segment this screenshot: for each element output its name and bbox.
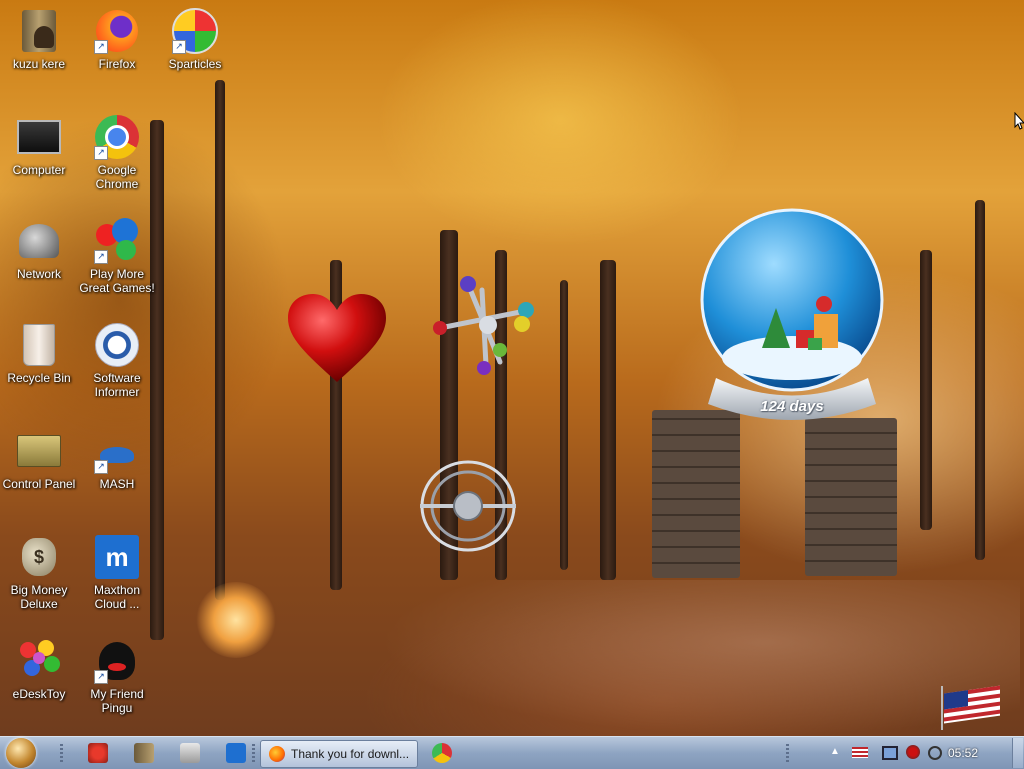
control-panel-icon — [16, 428, 62, 474]
desktop-icon-firefox[interactable]: ↗ Firefox — [78, 8, 156, 71]
desktop-icon-label: My Friend Pingu — [90, 687, 144, 715]
tray-language-flag-icon[interactable] — [852, 747, 868, 758]
show-desktop-button[interactable] — [1012, 738, 1023, 768]
desktop-icon-label: eDeskToy — [12, 687, 66, 701]
desktop-icon-maxthon-cloud[interactable]: m Maxthon Cloud ... — [78, 534, 156, 611]
network-icon — [16, 218, 62, 264]
taskbar-window-title: Thank you for downl... — [291, 747, 410, 761]
desktop-icon-label: Control Panel — [2, 477, 76, 491]
desktop-icon-label: Sparticles — [168, 57, 222, 71]
computer-icon — [16, 114, 62, 160]
desktop-icon-label: Software Informer — [93, 371, 141, 399]
desktop-icon-computer[interactable]: Computer — [0, 114, 78, 177]
desktop-icon-label: MASH — [99, 477, 135, 491]
desktop-icon-label: Play More Great Games! — [79, 267, 155, 295]
pingu-icon: ↗ — [94, 638, 140, 684]
mouse-cursor-icon — [1014, 112, 1024, 130]
desktop-icon-google-chrome[interactable]: ↗ Google Chrome — [78, 114, 156, 191]
desktop-icon-label: Big Money Deluxe — [10, 583, 68, 611]
desktop-icon-label: Firefox — [98, 57, 136, 71]
shortcut-arrow-icon: ↗ — [94, 40, 108, 54]
firefox-icon: ↗ — [94, 8, 140, 54]
desktop-icon-label: Recycle Bin — [7, 371, 71, 385]
desktop-icon-mash[interactable]: ↗ MASH — [78, 428, 156, 491]
tray-expand-arrow-icon[interactable]: ▲ — [830, 746, 840, 757]
desktop-icon-big-money-deluxe[interactable]: $ Big Money Deluxe — [0, 534, 78, 611]
edesktoy-icon — [16, 638, 62, 684]
desktop-icon-sparticles[interactable]: ↗ Sparticles — [156, 8, 234, 71]
gyroscope-toy[interactable] — [418, 458, 518, 554]
molecule-toy[interactable] — [430, 270, 540, 380]
desktop-icon-label: Maxthon Cloud ... — [93, 583, 141, 611]
shortcut-arrow-icon: ↗ — [94, 250, 108, 264]
user-folder-icon — [16, 8, 62, 54]
quicklaunch-maxthon-icon[interactable] — [226, 743, 246, 763]
toolbar-grip[interactable] — [252, 744, 255, 762]
toolbar-grip[interactable] — [60, 744, 63, 762]
desktop-icon-label: kuzu kere — [12, 57, 66, 71]
shortcut-arrow-icon: ↗ — [172, 40, 186, 54]
taskbar-chrome-icon[interactable] — [432, 743, 452, 763]
sparticles-icon: ↗ — [172, 8, 218, 54]
desktop-icon-edesktoy[interactable]: eDeskToy — [0, 638, 78, 701]
taskbar: Thank you for downl... ▲ 05:52 — [0, 736, 1024, 769]
us-flag-icon[interactable] — [940, 684, 1002, 730]
stone-pillar-left — [652, 410, 740, 578]
system-clock[interactable]: 05:52 — [948, 746, 978, 760]
heart-toy[interactable] — [286, 292, 388, 384]
desktop-icon-label: Network — [16, 267, 61, 281]
taskbar-window-button[interactable]: Thank you for downl... — [260, 740, 418, 768]
quicklaunch-firefox-icon[interactable] — [88, 743, 108, 763]
mash-icon: ↗ — [94, 428, 140, 474]
maxthon-icon: m — [94, 534, 140, 580]
desktop-icon-label: Google Chrome — [95, 163, 139, 191]
desktop-icon-kuzu-kere[interactable]: kuzu kere — [0, 8, 78, 71]
countdown-label: 124 days — [760, 398, 824, 415]
shortcut-arrow-icon: ↗ — [94, 146, 108, 160]
stone-pillar-right — [805, 418, 897, 576]
shortcut-arrow-icon: ↗ — [94, 460, 108, 474]
tray-volume-icon[interactable] — [928, 746, 942, 760]
quicklaunch-user-icon[interactable] — [134, 743, 154, 763]
tray-grip[interactable] — [786, 744, 789, 762]
firework-burst — [196, 582, 276, 658]
firefox-icon — [269, 746, 285, 762]
money-bag-icon: $ — [16, 534, 62, 580]
snow-globe-widget[interactable]: 124 days — [696, 208, 888, 430]
software-informer-icon — [94, 322, 140, 368]
quicklaunch-media-icon[interactable] — [180, 743, 200, 763]
desktop-icon-play-more-great-games[interactable]: ↗ Play More Great Games! — [78, 218, 156, 295]
desktop-icon-label: Computer — [12, 163, 66, 177]
recycle-bin-icon — [16, 322, 62, 368]
shortcut-arrow-icon: ↗ — [94, 670, 108, 684]
desktop-icon-recycle-bin[interactable]: Recycle Bin — [0, 322, 78, 385]
desktop-icon-control-panel[interactable]: Control Panel — [0, 428, 78, 491]
games-icon: ↗ — [94, 218, 140, 264]
start-button[interactable] — [6, 738, 36, 768]
chrome-icon: ↗ — [94, 114, 140, 160]
desktop-icon-software-informer[interactable]: Software Informer — [78, 322, 156, 399]
desktop-icon-my-friend-pingu[interactable]: ↗ My Friend Pingu — [78, 638, 156, 715]
desktop-icon-network[interactable]: Network — [0, 218, 78, 281]
snow-globe-icon — [700, 208, 884, 420]
tray-network-icon[interactable] — [882, 746, 898, 760]
forest-path — [380, 580, 1020, 736]
tray-app-icon[interactable] — [906, 745, 920, 759]
